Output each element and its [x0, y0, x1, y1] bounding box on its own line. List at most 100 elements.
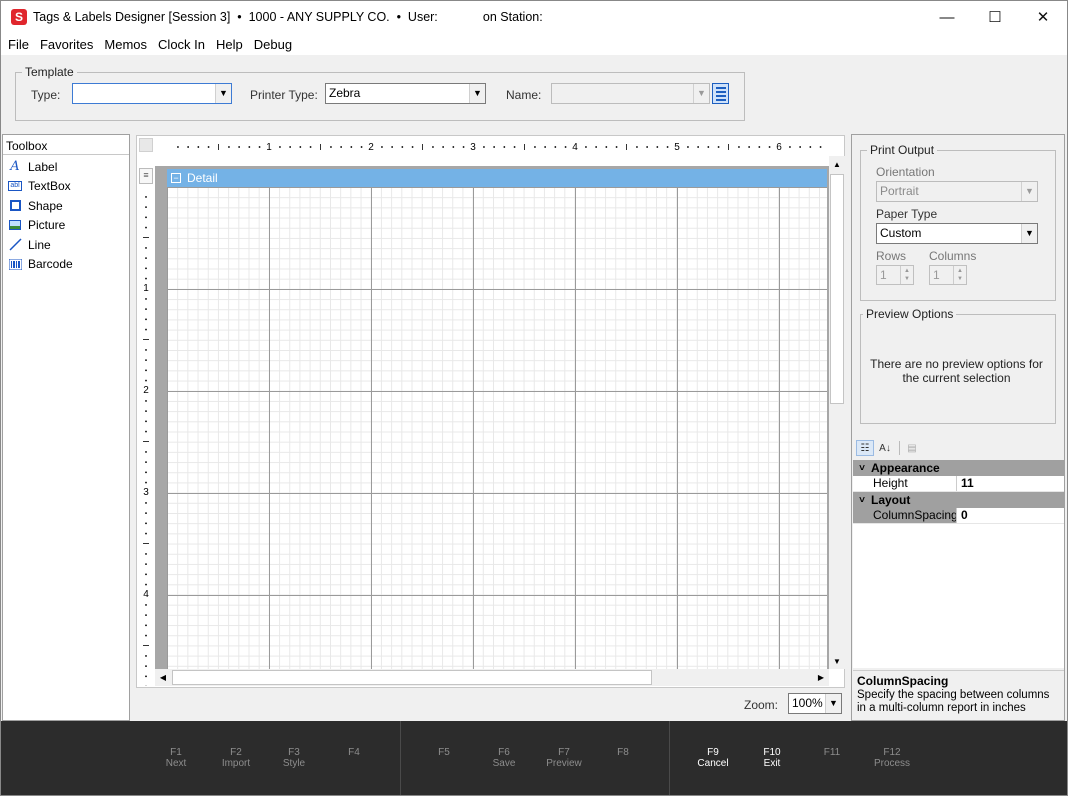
- chevron-down-icon[interactable]: ˅: [853, 495, 871, 506]
- detail-band-header[interactable]: − Detail: [167, 169, 827, 187]
- property-pages-icon[interactable]: ▤: [903, 440, 921, 456]
- ruler-tick: [218, 144, 219, 150]
- toolbox-header: Toolbox: [3, 135, 129, 155]
- ruler-tick: [564, 146, 567, 148]
- ruler-tick: [534, 146, 536, 148]
- toolbox-item-textbox[interactable]: abl TextBox: [3, 177, 129, 197]
- toolbox-item-label[interactable]: A Label: [3, 157, 129, 177]
- ruler-tick: [145, 328, 147, 331]
- ruler-top-number: 4: [572, 142, 578, 153]
- orientation-select[interactable]: Portrait ▼: [876, 181, 1038, 202]
- f3-style-button[interactable]: F3 Style: [269, 747, 319, 769]
- chevron-down-icon[interactable]: ˅: [853, 463, 871, 474]
- scroll-down-icon[interactable]: ▼: [829, 653, 845, 669]
- property-row-height[interactable]: Height 11: [853, 476, 1064, 492]
- chevron-down-icon[interactable]: ▼: [825, 694, 841, 713]
- ruler-tick: [258, 146, 261, 148]
- name-select[interactable]: ▼: [551, 83, 710, 104]
- maximize-button[interactable]: ☐: [971, 1, 1019, 33]
- vertical-ruler: 1 2 3 4: [143, 196, 149, 686]
- ruler-tick: [145, 461, 147, 463]
- toolbox-item-picture[interactable]: Picture: [3, 216, 129, 236]
- toolbox-item-text: Picture: [28, 218, 66, 233]
- property-value[interactable]: 0: [957, 508, 1064, 523]
- minimize-button[interactable]: —: [923, 1, 971, 33]
- ruler-tick: [554, 146, 557, 148]
- ruler-tick: [687, 146, 689, 148]
- vertical-scrollbar[interactable]: ▲ ▼: [829, 156, 845, 669]
- horizontal-scrollbar[interactable]: ◀ ▶: [155, 669, 829, 686]
- detail-section-grid[interactable]: [167, 187, 827, 669]
- toolbox-item-barcode[interactable]: Barcode: [3, 255, 129, 275]
- columns-stepper[interactable]: 1 ▲ ▼: [929, 265, 967, 285]
- property-value[interactable]: 11: [957, 476, 1064, 491]
- f7-preview-button[interactable]: F7 Preview: [539, 747, 589, 769]
- ruler-tick: [145, 420, 147, 423]
- ruler-tick: [145, 553, 147, 555]
- scroll-up-icon[interactable]: ▲: [829, 156, 845, 172]
- scroll-right-icon[interactable]: ▶: [813, 669, 829, 685]
- ruler-tick: [177, 146, 179, 148]
- menu-debug[interactable]: Debug: [254, 37, 292, 52]
- f9-cancel-button[interactable]: F9 Cancel: [688, 747, 738, 769]
- ruler-tick: [145, 369, 147, 372]
- ruler-top-number: 6: [776, 142, 782, 153]
- fkey-code: F10: [763, 747, 781, 758]
- zoom-select[interactable]: 100% ▼: [788, 693, 842, 714]
- menu-help[interactable]: Help: [216, 37, 243, 52]
- ruler-tick: [462, 146, 465, 148]
- type-select[interactable]: ▼: [72, 83, 232, 104]
- function-key-bar: F1 Next F2 Import F3 Style F4 F5 F6 Save F7 P…: [1, 721, 1067, 795]
- ruler-tick: [143, 645, 149, 646]
- chevron-down-icon[interactable]: ▼: [215, 84, 231, 103]
- horizontal-scroll-thumb[interactable]: [172, 670, 652, 685]
- toolbox-item-text: Barcode: [28, 257, 73, 272]
- fkey-code: F12: [883, 747, 901, 758]
- f8-button[interactable]: F8: [598, 747, 648, 758]
- f5-button[interactable]: F5: [419, 747, 469, 758]
- categorized-icon[interactable]: ☷: [856, 440, 874, 456]
- picture-icon: [8, 218, 22, 232]
- menu-clock-in[interactable]: Clock In: [158, 37, 205, 52]
- chevron-down-icon[interactable]: ▼: [1021, 182, 1037, 201]
- vertical-scroll-thumb[interactable]: [830, 174, 844, 404]
- collapse-icon[interactable]: −: [171, 173, 181, 183]
- property-category-layout[interactable]: ˅ Layout: [853, 492, 1064, 508]
- f12-process-button[interactable]: F12 Process: [867, 747, 917, 769]
- menu-favorites[interactable]: Favorites: [40, 37, 93, 52]
- property-row-columnspacing[interactable]: ColumnSpacing 0: [853, 508, 1064, 524]
- f10-exit-button[interactable]: F10 Exit: [747, 747, 797, 769]
- f11-button[interactable]: F11: [807, 747, 857, 758]
- chevron-down-icon[interactable]: ▼: [469, 84, 485, 103]
- fkey-code: F6: [498, 747, 510, 758]
- rows-stepper[interactable]: 1 ▲ ▼: [876, 265, 914, 285]
- toolbox-item-line[interactable]: Line: [3, 235, 129, 255]
- list-icon[interactable]: [712, 83, 729, 104]
- property-category-appearance[interactable]: ˅ Appearance: [853, 460, 1064, 476]
- ruler-tick: [636, 146, 638, 148]
- menu-file[interactable]: File: [8, 37, 29, 52]
- toolbox-panel: Toolbox A Label abl TextBox Shape Pictur…: [2, 134, 130, 721]
- f4-button[interactable]: F4: [329, 747, 379, 758]
- fkey-code: F8: [617, 747, 629, 758]
- f6-save-button[interactable]: F6 Save: [479, 747, 529, 769]
- f1-next-button[interactable]: F1 Next: [151, 747, 201, 769]
- app-logo-icon: S: [11, 9, 27, 25]
- scroll-left-icon[interactable]: ◀: [155, 669, 171, 685]
- close-button[interactable]: ✕: [1019, 1, 1067, 33]
- ruler-tick: [411, 146, 414, 148]
- ruler-tick: [350, 146, 353, 148]
- spin-arrows-icon[interactable]: ▲ ▼: [953, 266, 966, 284]
- toolbox-item-shape[interactable]: Shape: [3, 196, 129, 216]
- paper-type-select[interactable]: Custom ▼: [876, 223, 1038, 244]
- sort-alphabetical-icon[interactable]: A↓: [876, 440, 894, 456]
- chevron-down-icon[interactable]: ▼: [1021, 224, 1037, 243]
- chevron-down-icon[interactable]: ▼: [693, 84, 709, 103]
- menu-memos[interactable]: Memos: [104, 37, 147, 52]
- printer-type-select[interactable]: Zebra ▼: [325, 83, 486, 104]
- f2-import-button[interactable]: F2 Import: [211, 747, 261, 769]
- spin-arrows-icon[interactable]: ▲ ▼: [900, 266, 913, 284]
- fkey-code: F9: [707, 747, 719, 758]
- ruler-tick: [819, 146, 822, 148]
- fkey-label: Process: [873, 758, 911, 769]
